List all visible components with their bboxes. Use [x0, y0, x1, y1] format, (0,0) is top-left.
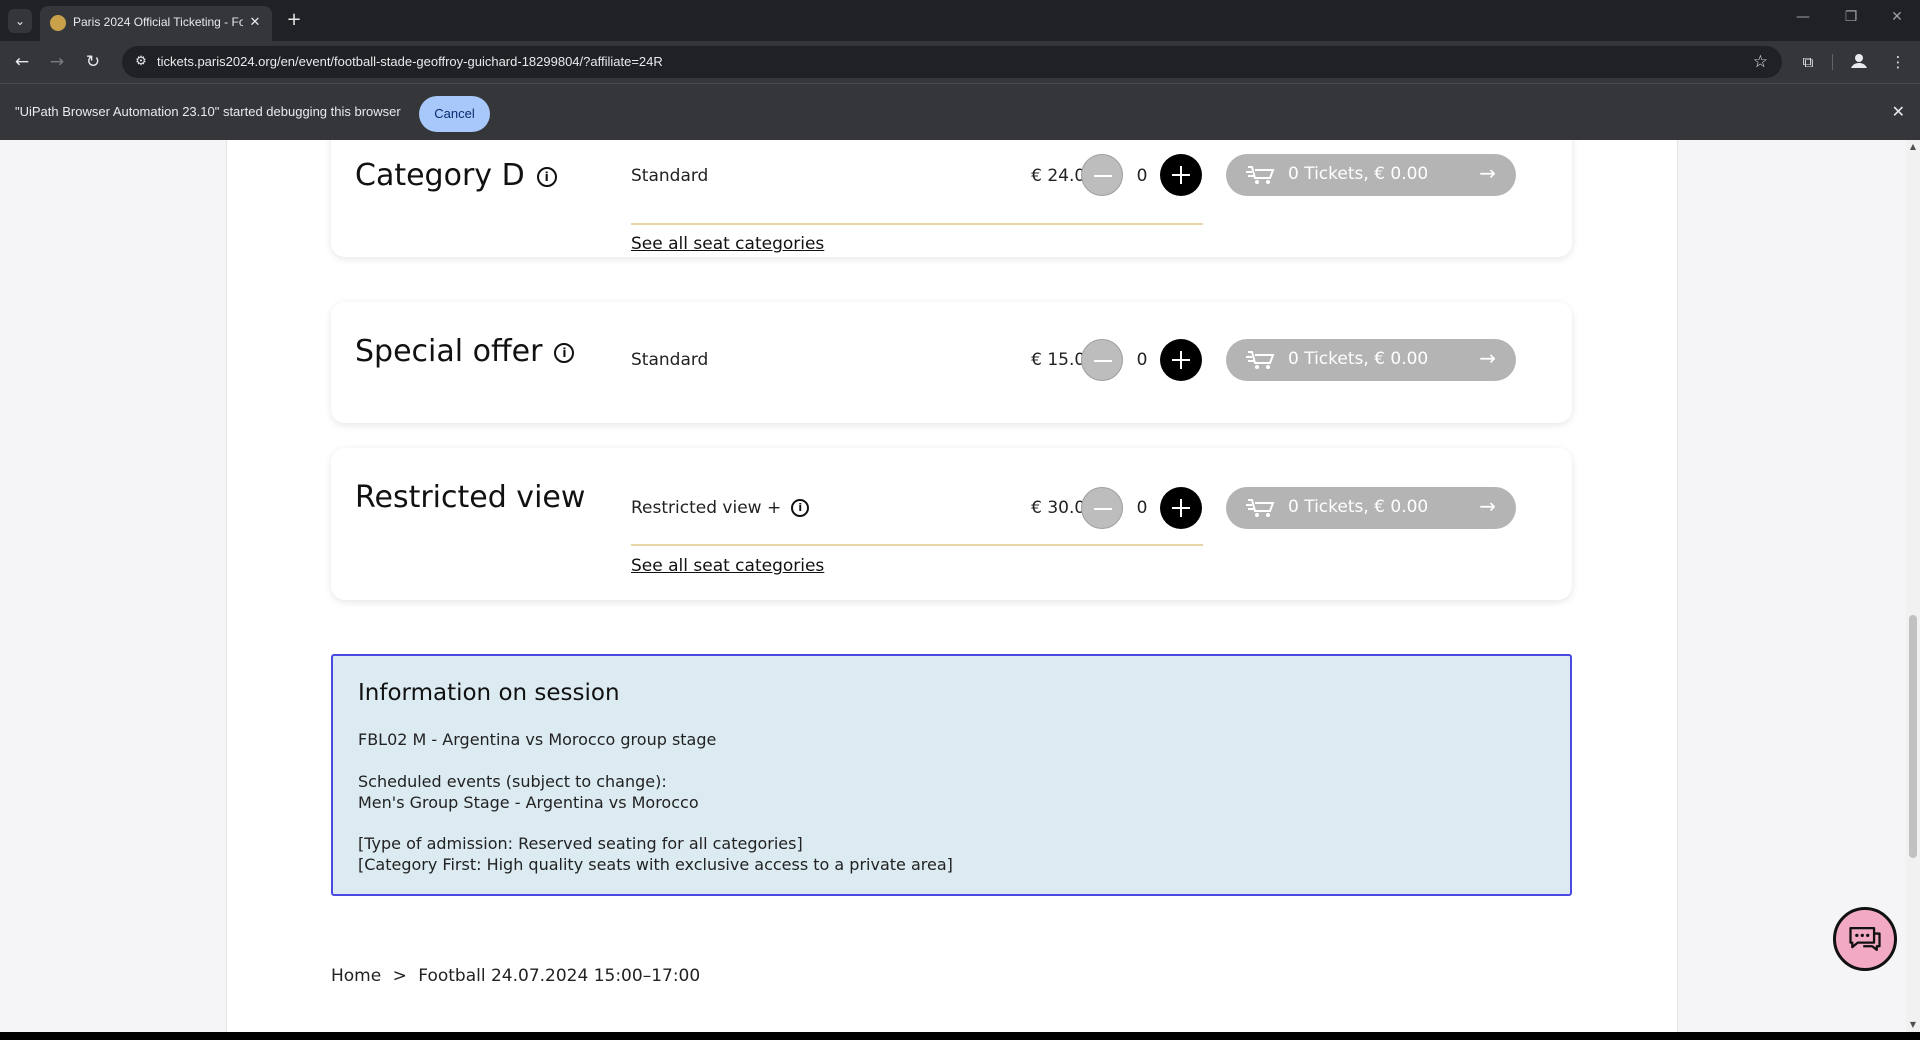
minimize-icon[interactable]: —	[1788, 9, 1818, 31]
increase-quantity-button[interactable]	[1160, 154, 1202, 196]
row-divider	[631, 544, 1203, 546]
decrease-quantity-button[interactable]	[1081, 487, 1123, 529]
category-title: Restricted view	[355, 480, 586, 515]
debugging-infobar: "UiPath Browser Automation 23.10" starte…	[0, 83, 1920, 140]
page-viewport: Category Di Standard € 24.00 0 0 Tickets…	[0, 140, 1906, 1032]
session-info-title: Information on session	[358, 680, 620, 706]
scroll-down-icon[interactable]: ▼	[1908, 1020, 1918, 1029]
add-to-cart-button[interactable]: 0 Tickets, € 0.00 →	[1226, 487, 1516, 529]
tab-search-dropdown-icon[interactable]: ⌄	[8, 9, 32, 33]
new-tab-icon[interactable]: +	[282, 9, 306, 33]
ticket-type-label: Restricted view + i	[631, 498, 810, 518]
page-scrollbar[interactable]: ▲ ▼	[1906, 140, 1920, 1032]
infobar-close-icon[interactable]: ✕	[1892, 102, 1905, 121]
scroll-up-icon[interactable]: ▲	[1908, 142, 1918, 151]
info-icon[interactable]: i	[554, 342, 575, 363]
session-info-line: [Category First: High quality seats with…	[358, 855, 953, 874]
info-icon[interactable]: i	[791, 499, 810, 517]
add-to-cart-button[interactable]: 0 Tickets, € 0.00 →	[1226, 339, 1516, 381]
decrease-quantity-button[interactable]	[1081, 154, 1123, 196]
cart-icon	[1246, 499, 1275, 517]
restore-icon[interactable]: ❐	[1836, 9, 1866, 31]
cart-button-label: 0 Tickets, € 0.00	[1288, 497, 1429, 517]
browser-toolbar: ← → ↻ ⚙ tickets.paris2024.org/en/event/f…	[0, 41, 1920, 83]
see-all-seat-categories-link[interactable]: See all seat categories	[631, 234, 824, 254]
site-info-icon[interactable]: ⚙	[132, 53, 150, 71]
address-bar[interactable]: ⚙ tickets.paris2024.org/en/event/footbal…	[122, 46, 1782, 78]
category-card-special-offer: Special offer i Standard € 15.00 0 0 Tick…	[331, 302, 1572, 423]
session-info-line: [Type of admission: Reserved seating for…	[358, 834, 803, 853]
toolbar-separator	[1832, 54, 1833, 70]
back-icon[interactable]: ←	[9, 49, 35, 75]
arrow-right-icon: →	[1479, 346, 1496, 370]
cart-button-label: 0 Tickets, € 0.00	[1288, 164, 1429, 184]
arrow-right-icon: →	[1479, 161, 1496, 185]
ticket-type-label: Standard	[631, 350, 709, 370]
increase-quantity-button[interactable]	[1160, 339, 1202, 381]
tab-bar: ⌄ Paris 2024 Official Ticketing - Fo ✕ +…	[0, 0, 1920, 41]
menu-icon[interactable]: ⋮	[1886, 50, 1910, 74]
chat-bubble-icon	[1849, 926, 1881, 952]
paris2024-favicon-icon	[50, 15, 66, 31]
session-info-box: Information on session FBL02 M - Argenti…	[331, 654, 1572, 896]
add-to-cart-button[interactable]: 0 Tickets, € 0.00 →	[1226, 154, 1516, 196]
breadcrumb-current: Football 24.07.2024 15:00–17:00	[418, 966, 701, 986]
quantity-value: 0	[1136, 166, 1148, 186]
session-info-line: Scheduled events (subject to change):	[358, 772, 667, 791]
infobar-message: "UiPath Browser Automation 23.10" starte…	[15, 104, 401, 119]
forward-icon[interactable]: →	[44, 49, 70, 75]
browser-tab[interactable]: Paris 2024 Official Ticketing - Fo ✕	[40, 6, 272, 41]
breadcrumb-home-link[interactable]: Home	[331, 966, 381, 986]
breadcrumb-separator: >	[392, 966, 407, 986]
category-card-d: Category Di Standard € 24.00 0 0 Tickets…	[331, 140, 1572, 257]
window-close-icon[interactable]: ✕	[1882, 9, 1912, 31]
row-divider	[631, 223, 1203, 225]
session-info-line: FBL02 M - Argentina vs Morocco group sta…	[358, 730, 717, 749]
cart-icon	[1246, 166, 1275, 184]
see-all-seat-categories-link[interactable]: See all seat categories	[631, 556, 824, 576]
breadcrumb: Home > Football 24.07.2024 15:00–17:00	[331, 966, 706, 986]
chat-support-button[interactable]	[1833, 907, 1897, 971]
profile-avatar-icon[interactable]	[1848, 50, 1870, 72]
extensions-icon[interactable]: ⧉	[1796, 50, 1820, 74]
decrease-quantity-button[interactable]	[1081, 339, 1123, 381]
reload-icon[interactable]: ↻	[80, 49, 106, 75]
arrow-right-icon: →	[1479, 494, 1496, 518]
quantity-value: 0	[1136, 498, 1148, 518]
quantity-value: 0	[1136, 350, 1148, 370]
tab-close-icon[interactable]: ✕	[246, 14, 264, 32]
tab-title: Paris 2024 Official Ticketing - Fo	[73, 15, 243, 29]
cart-icon	[1246, 351, 1275, 369]
cart-button-label: 0 Tickets, € 0.00	[1288, 349, 1429, 369]
ticket-type-label: Standard	[631, 166, 709, 186]
window-bottom-edge	[0, 1032, 1920, 1040]
category-card-restricted-view: Restricted view Restricted view + i € 30.…	[331, 448, 1572, 600]
infobar-cancel-button[interactable]: Cancel	[419, 96, 490, 132]
increase-quantity-button[interactable]	[1160, 487, 1202, 529]
bookmark-star-icon[interactable]: ☆	[1753, 52, 1768, 72]
url-text[interactable]: tickets.paris2024.org/en/event/football-…	[157, 54, 663, 69]
category-title: Category Di	[355, 158, 557, 193]
info-icon[interactable]: i	[536, 166, 557, 187]
scrollbar-thumb[interactable]	[1909, 615, 1917, 858]
session-info-line: Men's Group Stage - Argentina vs Morocco	[358, 793, 699, 812]
category-title: Special offer i	[355, 334, 575, 369]
